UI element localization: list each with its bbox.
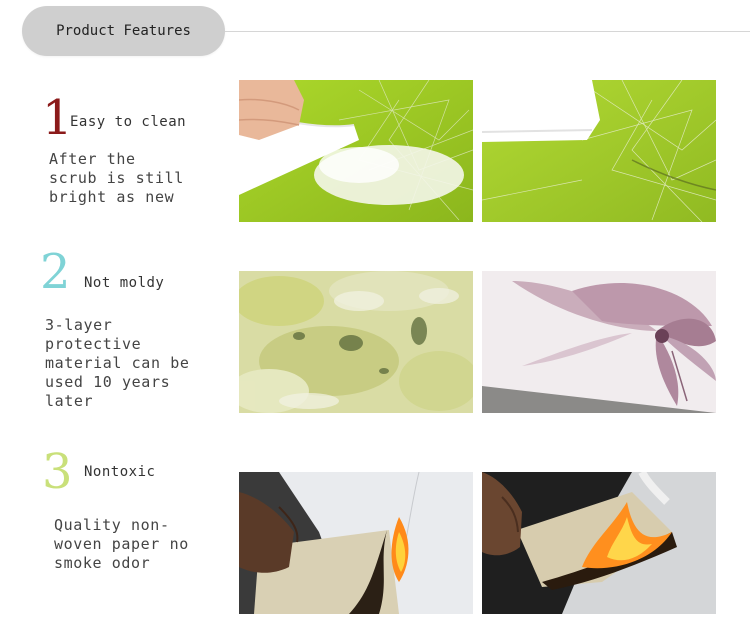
photo-moldy-wallpaper bbox=[239, 271, 473, 413]
feature-number: 1 bbox=[42, 90, 73, 146]
feature-title: Easy to clean bbox=[70, 114, 187, 130]
photo-flower-wallpaper bbox=[482, 271, 716, 413]
feature-number: 2 bbox=[40, 244, 71, 300]
photo-burning-closeup bbox=[482, 472, 716, 614]
feature-title: Not moldy bbox=[84, 275, 165, 291]
section-header: Product Features bbox=[22, 6, 225, 56]
feature-description: After the scrub is still bright as new bbox=[49, 150, 184, 206]
header-divider bbox=[225, 31, 750, 32]
feature-number: 3 bbox=[42, 444, 73, 500]
feature-description: 3-layer protective material can be used … bbox=[45, 316, 190, 410]
photo-cloth-scrubbing bbox=[239, 80, 473, 222]
feature-title: Nontoxic bbox=[84, 464, 156, 480]
section-title: Product Features bbox=[56, 23, 191, 39]
photo-cleaned-wallpaper bbox=[482, 80, 716, 222]
photo-burning-sample bbox=[239, 472, 473, 614]
feature-description: Quality non- woven paper no smoke odor bbox=[54, 516, 189, 572]
